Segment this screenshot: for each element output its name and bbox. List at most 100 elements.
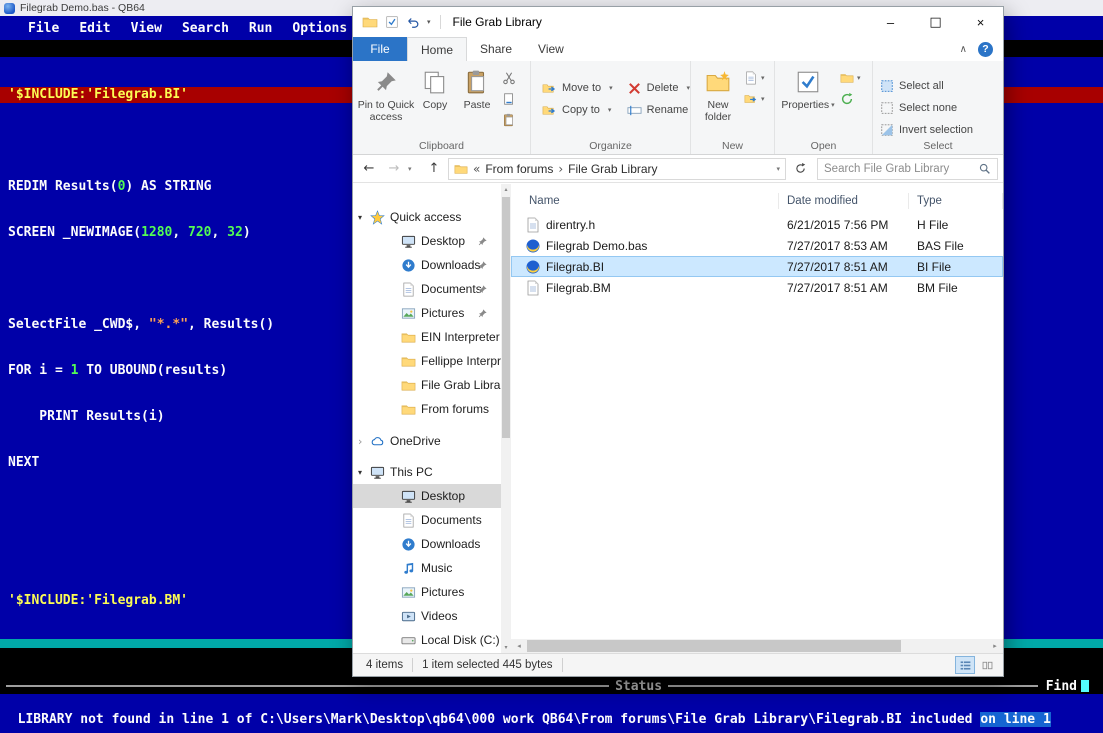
easy-access-button[interactable] — [741, 88, 768, 109]
delete-button[interactable]: Delete — [620, 77, 697, 99]
rename-button[interactable]: Rename — [620, 99, 697, 121]
nav-item-fellippe-interpreter[interactable]: Fellippe Interpre — [353, 349, 501, 373]
scroll-right-icon[interactable]: ▸ — [987, 642, 1003, 650]
selection-info: 1 item selected 445 bytes — [422, 659, 553, 671]
file-row-filegrab-demo-bas[interactable]: Filegrab Demo.bas 7/27/2017 8:53 AM BAS … — [511, 235, 1003, 256]
nav-onedrive[interactable]: › OneDrive — [353, 429, 501, 453]
qat-properties-icon[interactable] — [385, 15, 399, 29]
tab-view[interactable]: View — [525, 37, 577, 61]
details-view-button[interactable] — [955, 656, 975, 674]
nav-pc-downloads[interactable]: Downloads — [353, 532, 501, 556]
back-button[interactable]: ← — [358, 158, 380, 180]
nav-item-pictures[interactable]: Pictures — [353, 301, 501, 325]
open-group-label: Open — [810, 140, 837, 152]
horizontal-scrollbar[interactable]: ◂ ▸ — [511, 639, 1003, 653]
ribbon-collapse-chevron[interactable]: ∧ — [960, 44, 967, 55]
column-header-date-modified[interactable]: Date modified — [779, 193, 909, 209]
close-button[interactable]: × — [958, 7, 1003, 37]
nav-pc-pictures[interactable]: Pictures — [353, 580, 501, 604]
select-all-button[interactable]: Select all — [873, 75, 1003, 97]
properties-button[interactable]: Properties ▾ — [779, 64, 837, 111]
pin-icon — [477, 260, 488, 271]
select-none-button[interactable]: Select none — [873, 97, 1003, 119]
qat-undo-icon[interactable] — [406, 15, 420, 29]
nav-item-from-forums[interactable]: From forums — [353, 397, 501, 421]
scroll-left-icon[interactable]: ◂ — [511, 642, 527, 650]
paste-button[interactable]: Paste — [455, 64, 499, 111]
nav-item-desktop[interactable]: Desktop — [353, 229, 501, 253]
pin-icon — [477, 284, 488, 295]
column-header-name[interactable]: Name — [511, 193, 779, 209]
file-row-filegrab-bm[interactable]: Filegrab.BM 7/27/2017 8:51 AM BM File — [511, 277, 1003, 298]
address-dropdown-chevron[interactable]: ▾ — [776, 165, 780, 173]
nav-item-file-grab-library[interactable]: File Grab Library — [353, 373, 501, 397]
clipboard-group-label: Clipboard — [419, 140, 464, 152]
nav-pc-desktop[interactable]: Desktop — [353, 484, 501, 508]
scroll-up-icon[interactable]: ▴ — [501, 186, 511, 193]
nav-this-pc[interactable]: ▾ This PC — [353, 460, 501, 484]
nav-item-downloads[interactable]: Downloads — [353, 253, 501, 277]
address-box[interactable]: « From forums › File Grab Library ▾ — [448, 157, 786, 180]
search-box[interactable] — [817, 157, 998, 180]
copy-to-icon — [542, 103, 557, 118]
nav-pc-music[interactable]: Music — [353, 556, 501, 580]
breadcrumb-current[interactable]: File Grab Library — [568, 162, 657, 176]
nav-scrollbar[interactable]: ▴ ▾ — [501, 184, 511, 653]
qb64-menu-view[interactable]: View — [131, 21, 162, 36]
qb64-menu-options[interactable]: Options — [292, 21, 347, 36]
tab-file[interactable]: File — [353, 37, 407, 61]
qb64-menu-search[interactable]: Search — [182, 21, 229, 36]
qb64-error-message: LIBRARY not found in line 1 of C:\Users\… — [0, 694, 1103, 727]
thumbnails-view-button[interactable] — [977, 656, 997, 674]
nav-pc-local-disk[interactable]: Local Disk (C:) — [353, 628, 501, 652]
qb64-menu-edit[interactable]: Edit — [79, 21, 110, 36]
paste-shortcut-button[interactable] — [499, 109, 519, 130]
expand-chevron-icon[interactable]: ▾ — [358, 213, 370, 222]
column-header-type[interactable]: Type — [909, 193, 1003, 209]
open-button[interactable] — [837, 67, 864, 88]
move-to-button[interactable]: Move to — [535, 77, 620, 99]
qat-customize-chevron[interactable]: ▾ — [427, 18, 431, 26]
search-icon[interactable] — [978, 162, 991, 175]
recent-locations-chevron[interactable]: ▾ — [408, 165, 420, 173]
expand-chevron-icon[interactable]: ▾ — [358, 468, 370, 477]
up-button[interactable]: ↑ — [423, 158, 445, 180]
forward-button[interactable]: → — [383, 158, 405, 180]
history-button[interactable] — [837, 88, 864, 109]
this-pc-icon — [370, 465, 385, 480]
nav-item-documents[interactable]: Documents — [353, 277, 501, 301]
scrollbar-thumb[interactable] — [502, 197, 510, 438]
invert-selection-button[interactable]: Invert selection — [873, 119, 1003, 141]
file-row-filegrab-bi-selected[interactable]: Filegrab.BI 7/27/2017 8:51 AM BI File — [511, 256, 1003, 277]
maximize-button[interactable]: □ — [913, 7, 958, 37]
copy-path-button[interactable] — [499, 88, 519, 109]
nav-item-ein-interpreter[interactable]: EIN Interpreter — [353, 325, 501, 349]
code-token: "*.*" — [148, 317, 189, 332]
scroll-down-icon[interactable]: ▾ — [501, 644, 511, 651]
new-folder-icon — [705, 69, 731, 95]
tab-home[interactable]: Home — [407, 37, 468, 61]
collapsed-chevron-icon[interactable]: › — [358, 435, 370, 448]
tab-share[interactable]: Share — [467, 37, 525, 61]
nav-pc-videos[interactable]: Videos — [353, 604, 501, 628]
copy-to-button[interactable]: Copy to — [535, 99, 620, 121]
search-input[interactable] — [824, 162, 978, 175]
copy-button[interactable]: Copy — [415, 64, 455, 111]
new-folder-button[interactable]: New folder — [695, 64, 741, 123]
help-icon[interactable]: ? — [978, 41, 993, 57]
file-row-direntry-h[interactable]: direntry.h 6/21/2015 7:56 PM H File — [511, 214, 1003, 235]
breadcrumb-from-forums[interactable]: From forums — [485, 162, 553, 176]
qb64-menu-file[interactable]: File — [28, 21, 59, 36]
nav-pc-documents[interactable]: Documents — [353, 508, 501, 532]
minimize-button[interactable]: – — [868, 7, 913, 37]
new-item-button[interactable] — [741, 67, 768, 88]
explorer-titlebar[interactable]: ▾ File Grab Library – □ × — [353, 7, 1003, 37]
refresh-button[interactable] — [789, 158, 811, 180]
nav-quick-access[interactable]: ▾ Quick access — [353, 205, 501, 229]
breadcrumb-overflow-chevron[interactable]: « — [473, 162, 480, 176]
pin-to-quick-access-button[interactable]: Pin to Quick access — [357, 64, 415, 123]
downloads-icon — [401, 537, 416, 552]
scrollbar-thumb[interactable] — [527, 640, 901, 652]
qb64-menu-run[interactable]: Run — [249, 21, 272, 36]
cut-button[interactable] — [499, 67, 519, 88]
